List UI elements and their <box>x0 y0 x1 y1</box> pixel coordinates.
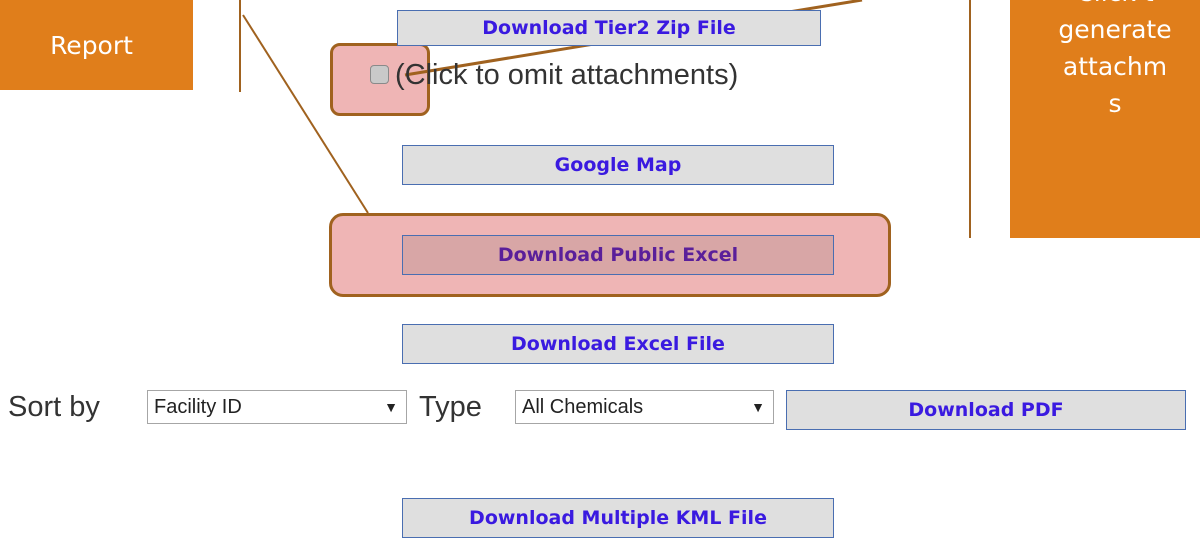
callout-line-2: generate <box>1058 15 1172 44</box>
omit-attachments-label: (Click to omit attachments) <box>395 59 739 91</box>
report-callout: Report <box>0 0 193 90</box>
dropdown-arrow-icon: ▼ <box>751 399 765 415</box>
omit-attachments-callout: Click t generate attachm s <box>1010 0 1200 238</box>
type-label: Type <box>419 391 482 423</box>
sort-by-label: Sort by <box>8 391 100 423</box>
google-map-button[interactable]: Google Map <box>402 145 834 185</box>
omit-attachments-callout-text: Click t generate attachm s <box>1010 0 1200 122</box>
sort-by-value: Facility ID <box>154 395 242 418</box>
type-value: All Chemicals <box>522 395 644 418</box>
download-public-excel-button[interactable]: Download Public Excel <box>402 235 834 275</box>
download-tier2-zip-button[interactable]: Download Tier2 Zip File <box>397 10 821 46</box>
report-callout-text: Report <box>50 30 133 60</box>
sort-by-select[interactable]: Facility ID ▼ <box>147 390 407 424</box>
omit-attachments-checkbox[interactable] <box>370 65 389 84</box>
download-pdf-button[interactable]: Download PDF <box>786 390 1186 430</box>
type-select[interactable]: All Chemicals ▼ <box>515 390 774 424</box>
dropdown-arrow-icon: ▼ <box>384 399 398 415</box>
callout-line-4: s <box>1108 89 1122 118</box>
callout-line-1: Click t <box>1010 0 1200 11</box>
callout-line-3: attachm <box>1062 52 1168 81</box>
download-excel-file-button[interactable]: Download Excel File <box>402 324 834 364</box>
download-multiple-kml-button[interactable]: Download Multiple KML File <box>402 498 834 538</box>
